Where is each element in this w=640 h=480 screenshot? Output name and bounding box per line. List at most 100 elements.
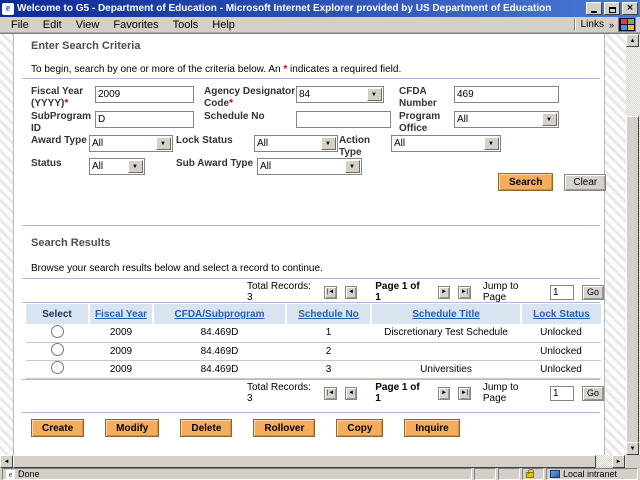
program-office-select[interactable]: All [455, 112, 558, 127]
cell-fiscal-year: 2009 [89, 360, 153, 379]
award-type-select[interactable]: All [90, 136, 172, 151]
horizontal-scroll-thumb[interactable] [13, 455, 596, 468]
status-select[interactable]: All [90, 159, 144, 174]
first-page-button[interactable]: |◄ [324, 386, 337, 400]
first-page-button[interactable]: |◄ [324, 285, 337, 299]
col-select: Select [42, 308, 72, 320]
jump-to-page-input[interactable] [549, 385, 574, 401]
criteria-intro: To begin, search by one or more of the c… [31, 64, 402, 75]
last-page-button[interactable]: ►| [458, 285, 471, 299]
delete-button[interactable]: Delete [180, 419, 233, 437]
cfda-number-input[interactable] [454, 86, 559, 103]
schedule-no-label: Schedule No [204, 111, 265, 122]
col-lock-status-sort-link[interactable]: Lock Status [533, 309, 590, 320]
cell-schedule-no: 3 [286, 360, 371, 379]
security-pane [522, 468, 544, 480]
divider [22, 412, 600, 413]
go-button[interactable]: Go [581, 385, 604, 401]
vertical-scroll-thumb[interactable] [626, 116, 639, 443]
restore-button[interactable] [604, 2, 620, 15]
horizontal-scrollbar-row: ◄ ► [0, 455, 640, 468]
divider [22, 278, 600, 279]
scroll-left-button[interactable]: ◄ [0, 455, 13, 468]
close-icon: × [626, 3, 634, 13]
rollover-button[interactable]: Rollover [253, 419, 316, 437]
close-button[interactable]: × [622, 2, 638, 15]
select-record-radio[interactable] [51, 324, 64, 338]
cell-fiscal-year: 2009 [89, 324, 153, 343]
menu-view[interactable]: View [69, 18, 107, 32]
scroll-right-button[interactable]: ► [612, 455, 625, 468]
action-type-select[interactable]: All [392, 136, 500, 151]
agency-designator-select[interactable]: 84 [297, 87, 383, 102]
cell-lock-status: Unlocked [521, 360, 601, 379]
cell-lock-status: Unlocked [521, 342, 601, 361]
program-office-label: Program Office [399, 111, 441, 134]
results-intro: Browse your search results below and sel… [31, 263, 323, 274]
divider [22, 78, 600, 79]
fiscal-year-label: Fiscal Year (YYYY)* [31, 86, 84, 109]
inquire-button[interactable]: Inquire [404, 419, 460, 437]
status-pane: e Done [2, 468, 472, 480]
divider [22, 225, 600, 226]
window-title: Welcome to G5 - Department of Education … [17, 3, 552, 14]
menu-favorites[interactable]: Favorites [106, 18, 165, 32]
prev-page-button[interactable]: ◄ [344, 386, 358, 400]
schedule-no-input[interactable] [296, 111, 391, 128]
clear-button[interactable]: Clear [564, 173, 607, 191]
last-page-button[interactable]: ►| [458, 386, 471, 400]
browser-viewport: Enter Search Criteria To begin, search b… [0, 33, 640, 455]
chevron-right-icon[interactable]: » [609, 20, 614, 30]
restore-icon [608, 6, 616, 13]
jump-to-page-input[interactable] [549, 284, 574, 300]
menu-edit[interactable]: Edit [36, 18, 69, 32]
minimize-button[interactable] [586, 2, 602, 15]
col-cfda-subprogram-sort-link[interactable]: CFDA/Subprogram [175, 309, 265, 320]
prev-page-button[interactable]: ◄ [344, 285, 358, 299]
scrollbar-corner [626, 455, 640, 468]
fiscal-year-input[interactable] [95, 86, 194, 103]
col-schedule-no-sort-link[interactable]: Schedule No [298, 309, 359, 320]
menu-file[interactable]: File [4, 18, 36, 32]
cell-lock-status: Unlocked [521, 324, 601, 343]
criteria-section-title: Enter Search Criteria [31, 40, 141, 52]
col-fiscal-year-sort-link[interactable]: Fiscal Year [95, 309, 147, 320]
total-records-label: Total Records: 3 [247, 382, 311, 404]
scroll-up-button[interactable]: ▲ [626, 34, 639, 47]
ie-page-icon: e [6, 469, 15, 479]
cell-schedule-title: Universities [371, 360, 521, 379]
table-row: 2009 84.469D 2 Unlocked [26, 342, 601, 361]
status-text: Done [18, 469, 40, 479]
page-indicator: Page 1 of 1 [375, 281, 420, 303]
go-button[interactable]: Go [581, 284, 604, 300]
results-table: Select Fiscal Year CFDA/Subprogram Sched… [26, 304, 601, 379]
jump-to-page-label: Jump to Page [482, 382, 519, 404]
vertical-scrollbar[interactable]: ▲ ▼ [626, 34, 640, 455]
next-page-button[interactable]: ► [437, 386, 451, 400]
lock-status-select[interactable]: All [255, 136, 337, 151]
select-record-radio[interactable] [51, 343, 64, 356]
title-bar: e Welcome to G5 - Department of Educatio… [0, 0, 640, 17]
sub-award-type-select[interactable]: All [258, 159, 361, 174]
horizontal-scrollbar[interactable]: ◄ ► [0, 455, 626, 468]
copy-button[interactable]: Copy [336, 419, 384, 437]
search-button[interactable]: Search [498, 173, 554, 191]
scroll-down-button[interactable]: ▼ [626, 442, 639, 455]
col-schedule-title-sort-link[interactable]: Schedule Title [412, 309, 480, 320]
links-toolbar[interactable]: Links [580, 19, 605, 30]
modify-button[interactable]: Modify [105, 419, 160, 437]
ie-app-icon: e [2, 2, 14, 15]
next-page-button[interactable]: ► [437, 285, 451, 299]
divider [22, 302, 600, 303]
subprogram-id-input[interactable] [95, 111, 194, 128]
cell-schedule-no: 2 [286, 342, 371, 361]
status-bar: e Done Local intranet [0, 468, 640, 480]
total-records-label: Total Records: 3 [247, 281, 311, 303]
subprogram-id-label: SubProgram ID [31, 111, 92, 134]
cell-schedule-no: 1 [286, 324, 371, 343]
create-button[interactable]: Create [31, 419, 85, 437]
zone-pane: Local intranet [546, 468, 638, 480]
select-record-radio[interactable] [51, 361, 64, 374]
menu-tools[interactable]: Tools [166, 18, 206, 32]
menu-help[interactable]: Help [205, 18, 242, 32]
